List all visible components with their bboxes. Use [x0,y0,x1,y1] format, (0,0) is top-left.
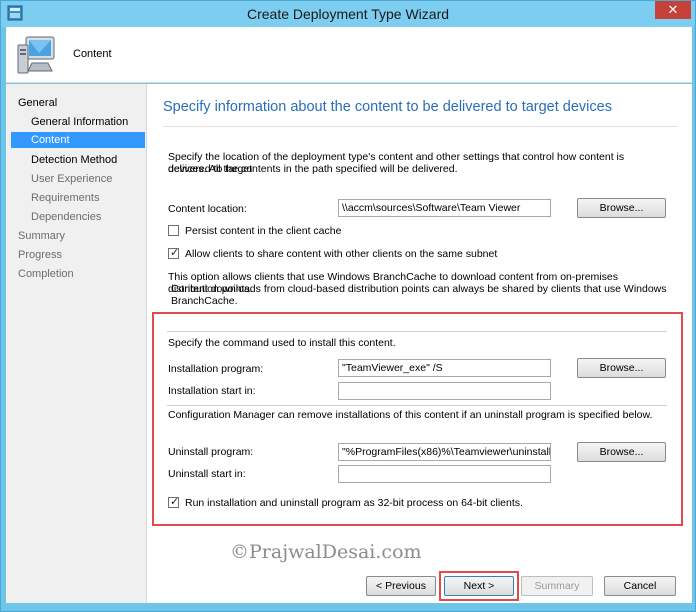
uninstall-program-input[interactable]: "%ProgramFiles(x86)%\Teamviewer\uninstal… [338,443,551,461]
run-32bit-checkbox[interactable]: ✓ [168,496,180,508]
branchcache-text-line-2: Content downloads from cloud-based distr… [171,283,667,295]
installation-program-input[interactable]: "TeamViewer_exe" /S [338,359,551,377]
persist-content-label: Persist content in the client cache [185,225,342,237]
intro-text-line-2: devices. All the contents in the path sp… [168,163,458,175]
wizard-nav: General General Information Content Dete… [6,84,147,603]
run-32bit-label: Run installation and uninstall program a… [185,497,523,509]
uninstall-start-in-input[interactable] [338,465,551,483]
title-bar: Create Deployment Type Wizard ✕ [1,1,695,27]
nav-item-general[interactable]: General [18,95,57,111]
install-group-divider [167,331,667,332]
uninstall-group-divider [167,405,667,406]
previous-button[interactable]: < Previous [366,576,436,596]
allow-share-checkbox[interactable]: ✓ [168,247,180,259]
close-button[interactable]: ✕ [655,1,691,19]
installation-program-label: Installation program: [168,363,264,375]
next-button-highlight [439,571,519,601]
checkmark-icon: ✓ [170,496,180,508]
allow-share-label: Allow clients to share content with othe… [185,248,498,260]
uninstall-program-label: Uninstall program: [168,446,254,458]
nav-item-user-experience[interactable]: User Experience [31,171,112,187]
content-location-input[interactable]: \\accm\sources\Software\Team Viewer [338,199,551,217]
nav-item-requirements[interactable]: Requirements [31,190,99,206]
content-location-browse-button[interactable]: Browse... [577,198,666,218]
nav-item-general-information[interactable]: General Information [31,114,128,130]
branchcache-text-line-3: BranchCache. [171,295,238,307]
wizard-window: Create Deployment Type Wizard ✕ Content … [0,0,696,612]
page-heading: Specify information about the content to… [163,99,612,115]
computer-icon [17,36,55,74]
install-group-title: Specify the command used to install this… [168,337,396,349]
uninstall-start-in-label: Uninstall start in: [168,468,246,480]
summary-button[interactable]: Summary [521,576,593,596]
installation-start-in-input[interactable] [338,382,551,400]
uninstall-program-browse-button[interactable]: Browse... [577,442,666,462]
nav-item-progress[interactable]: Progress [18,247,62,263]
wizard-header: Content [6,27,692,83]
nav-item-completion[interactable]: Completion [18,266,74,282]
persist-content-checkbox[interactable] [168,225,179,236]
content-pane: Specify information about the content to… [147,84,692,603]
nav-item-content[interactable]: Content [11,132,145,148]
checkmark-icon: ✓ [170,247,180,259]
step-title: Content [73,48,112,60]
nav-item-dependencies[interactable]: Dependencies [31,209,101,225]
uninstall-note: Configuration Manager can remove install… [168,409,653,421]
watermark: ©PrajwalDesai.com [230,541,422,563]
heading-divider [163,126,678,127]
nav-item-detection-method[interactable]: Detection Method [31,152,117,168]
installation-program-browse-button[interactable]: Browse... [577,358,666,378]
window-title: Create Deployment Type Wizard [246,6,450,22]
nav-item-summary[interactable]: Summary [18,228,65,244]
installation-start-in-label: Installation start in: [168,385,256,397]
cancel-button[interactable]: Cancel [604,576,676,596]
content-location-label: Content location: [168,203,247,215]
